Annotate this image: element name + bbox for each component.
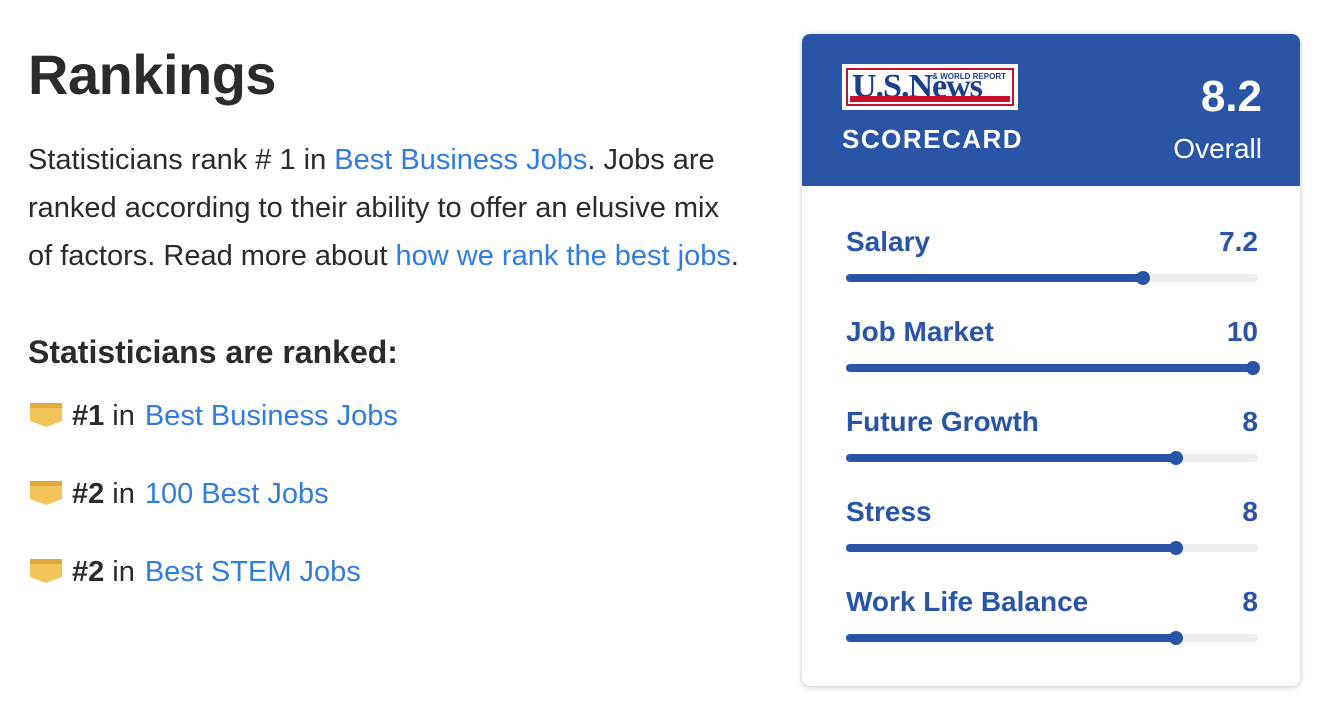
rankings-section: Rankings Statisticians rank # 1 in Best … (28, 40, 758, 628)
scorecard-header: U.S.News & WORLD REPORT SCORECARD 8.2 Ov… (802, 34, 1300, 186)
page-title: Rankings (28, 43, 277, 106)
intro-text-3: . (730, 240, 739, 272)
scorecard-label: SCORECARD (842, 124, 1024, 154)
metric-label: Future Growth (846, 406, 1039, 437)
usnews-logo-frame: U.S.News & WORLD REPORT (846, 68, 1014, 106)
metric-label: Work Life Balance (846, 586, 1089, 617)
rank-list-link[interactable]: 100 Best Jobs (145, 478, 329, 511)
metric-bar-track (846, 541, 1258, 555)
usnews-logo-subtext: & WORLD REPORT (932, 72, 1006, 81)
metric-label: Stress (846, 496, 932, 527)
metric-bar-track (846, 361, 1260, 375)
rank-in-text: in (112, 555, 135, 588)
rank-list-link[interactable]: Best STEM Jobs (145, 556, 361, 589)
how-we-rank-link[interactable]: how we rank the best jobs (396, 240, 731, 272)
usnews-logo-bar (850, 96, 1010, 102)
rank-list-link[interactable]: Best Business Jobs (145, 400, 398, 433)
best-business-jobs-link[interactable]: Best Business Jobs (334, 144, 587, 176)
metric-label: Job Market (846, 316, 994, 347)
metric-bar-track (846, 451, 1258, 465)
metric-bar-track (846, 631, 1258, 645)
overall-score: 8.2 (1200, 72, 1262, 121)
scorecard-metrics: Salary 7.2 Job Market 10 Future Growth 8 (846, 224, 1260, 674)
metric-bar-dot (1168, 451, 1183, 465)
metric-job-market: Job Market 10 (846, 314, 1260, 404)
metric-value: 10 (1226, 316, 1258, 347)
metric-bar-dot (1168, 631, 1183, 645)
metric-salary: Salary 7.2 (846, 224, 1258, 314)
rank-number: #1 (72, 399, 105, 432)
metric-bar-fill (846, 364, 1258, 372)
rank-item: #2 in Best STEM Jobs (28, 550, 758, 594)
rank-in-text: in (112, 399, 135, 432)
metric-work-life-balance: Work Life Balance 8 (846, 584, 1258, 674)
rank-number: #2 (72, 477, 105, 510)
metric-value: 8 (1242, 406, 1258, 437)
rank-in-text: in (112, 477, 135, 510)
metric-bar-fill (846, 454, 1176, 462)
rank-list: #1 in Best Business Jobs #2 in 100 Best … (28, 394, 758, 594)
metric-value: 8 (1242, 586, 1258, 617)
intro-text-1: Statisticians rank # 1 in (28, 144, 335, 176)
ranked-heading: Statisticians are ranked: (28, 334, 398, 370)
metric-value: 8 (1242, 496, 1258, 527)
rankings-intro: Statisticians rank # 1 in Best Business … (28, 136, 748, 280)
metric-value: 7.2 (1219, 226, 1258, 257)
metric-bar-fill (846, 634, 1176, 642)
metric-bar-dot (1168, 541, 1183, 555)
rank-item: #2 in 100 Best Jobs (28, 472, 758, 516)
metric-bar-track (846, 271, 1258, 285)
metric-label: Salary (846, 226, 931, 257)
metric-bar-fill (846, 274, 1143, 282)
scorecard-card: U.S.News & WORLD REPORT SCORECARD 8.2 Ov… (802, 34, 1300, 686)
metric-bar-dot (1135, 271, 1150, 285)
ribbon-icon (28, 477, 64, 507)
overall-label: Overall (1173, 133, 1262, 164)
usnews-logo: U.S.News & WORLD REPORT (842, 64, 1018, 110)
metric-future-growth: Future Growth 8 (846, 404, 1258, 494)
metric-bar-dot (1246, 361, 1260, 375)
rank-item: #1 in Best Business Jobs (28, 394, 758, 438)
metric-stress: Stress 8 (846, 494, 1258, 584)
ribbon-icon (28, 555, 64, 585)
metric-bar-fill (846, 544, 1176, 552)
rank-number: #2 (72, 555, 105, 588)
ribbon-icon (28, 399, 64, 429)
